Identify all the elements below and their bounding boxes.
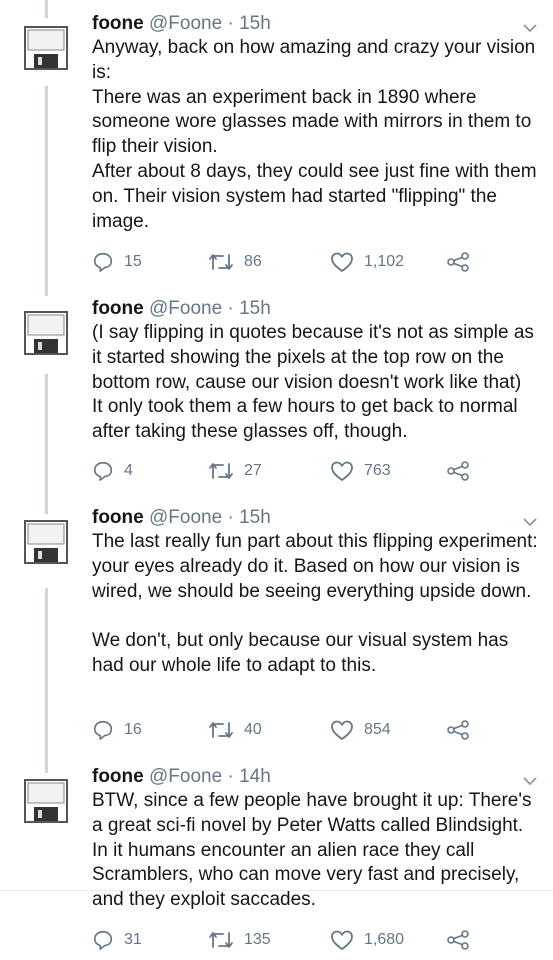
timestamp[interactable]: 15h	[239, 13, 271, 34]
author-handle[interactable]: @Foone	[149, 298, 222, 319]
floppy-disk-icon	[24, 311, 68, 355]
author-name[interactable]: foone	[92, 13, 144, 34]
avatar[interactable]	[24, 26, 68, 70]
reply-count: 31	[124, 931, 142, 948]
reply-count: 4	[124, 462, 133, 479]
reply-button[interactable]: 31	[92, 928, 142, 952]
retweet-button[interactable]: 27	[208, 459, 262, 483]
retweet-button[interactable]: 86	[208, 250, 262, 274]
tweet-text: BTW, since a few people have brought it …	[92, 790, 532, 911]
author-handle[interactable]: @Foone	[149, 507, 222, 528]
floppy-disk-icon	[24, 520, 68, 564]
tweet-actions: 31 135 1,680	[92, 928, 532, 952]
reply-button[interactable]: 4	[92, 459, 133, 483]
tweet-header: foone @Foone · 15h	[92, 506, 271, 530]
share-button[interactable]	[446, 718, 470, 742]
reply-count: 15	[124, 253, 142, 270]
share-icon	[447, 252, 469, 272]
retweet-icon	[209, 722, 233, 738]
chevron-down-icon	[523, 777, 537, 786]
avatar[interactable]	[24, 779, 68, 823]
tweet-actions: 4 27 763	[92, 459, 532, 483]
like-count: 854	[364, 721, 391, 738]
author-name[interactable]: foone	[92, 507, 144, 528]
tweet[interactable]: foone @Foone · 15h Anyway, back on how a…	[0, 12, 553, 282]
like-count: 1,680	[364, 931, 405, 948]
like-button[interactable]: 854	[330, 718, 391, 742]
tweet[interactable]: foone @Foone · 15h The last really fun p…	[0, 506, 553, 746]
author-handle[interactable]: @Foone	[149, 766, 222, 787]
tweet-text: The last really fun part about this flip…	[92, 531, 538, 676]
tweet-text: Anyway, back on how amazing and crazy yo…	[92, 37, 537, 232]
tweet-header: foone @Foone · 15h	[92, 297, 271, 321]
reply-count: 16	[124, 721, 142, 738]
retweet-button[interactable]: 40	[208, 718, 262, 742]
separator-dot: ·	[227, 507, 234, 528]
share-button[interactable]	[446, 459, 470, 483]
share-button[interactable]	[446, 928, 470, 952]
heart-icon	[331, 930, 353, 950]
share-icon	[447, 930, 469, 950]
share-icon	[447, 720, 469, 740]
heart-icon	[331, 720, 353, 740]
tweet-menu-caret[interactable]	[522, 20, 542, 34]
separator-dot: ·	[227, 766, 234, 787]
retweet-button[interactable]: 135	[208, 928, 271, 952]
author-name[interactable]: foone	[92, 298, 144, 319]
share-button[interactable]	[446, 250, 470, 274]
like-button[interactable]: 763	[330, 459, 391, 483]
like-button[interactable]: 1,102	[330, 250, 404, 274]
tweet-text: (I say flipping in quotes because it's n…	[92, 322, 534, 443]
avatar[interactable]	[24, 311, 68, 355]
reply-button[interactable]: 16	[92, 718, 142, 742]
heart-icon	[331, 461, 353, 481]
reply-icon	[93, 252, 113, 272]
tweet-header: foone @Foone · 15h	[92, 12, 271, 36]
retweet-count: 86	[244, 253, 262, 270]
author-name[interactable]: foone	[92, 766, 144, 787]
reply-icon	[93, 930, 113, 950]
timestamp[interactable]: 14h	[239, 766, 271, 787]
tweet-menu-caret[interactable]	[522, 773, 542, 787]
reply-icon	[93, 461, 113, 481]
tweet-actions: 16 40 854	[92, 718, 532, 742]
chevron-down-icon	[523, 518, 537, 527]
chevron-down-icon	[523, 24, 537, 33]
tweet-menu-caret[interactable]	[522, 514, 542, 528]
retweet-count: 135	[244, 931, 271, 948]
like-count: 1,102	[364, 253, 405, 270]
retweet-count: 27	[244, 462, 262, 479]
floppy-disk-icon	[24, 779, 68, 823]
timestamp[interactable]: 15h	[239, 298, 271, 319]
avatar[interactable]	[24, 520, 68, 564]
retweet-icon	[209, 254, 233, 270]
retweet-icon	[209, 463, 233, 479]
timestamp[interactable]: 15h	[239, 507, 271, 528]
retweet-icon	[209, 932, 233, 948]
author-handle[interactable]: @Foone	[149, 13, 222, 34]
separator-dot: ·	[227, 298, 234, 319]
tweet[interactable]: foone @Foone · 14h BTW, since a few peop…	[0, 765, 553, 960]
like-button[interactable]: 1,680	[330, 928, 404, 952]
tweet-header: foone @Foone · 14h	[92, 765, 271, 789]
like-count: 763	[364, 462, 391, 479]
floppy-disk-icon	[24, 26, 68, 70]
reply-button[interactable]: 15	[92, 250, 142, 274]
share-icon	[447, 461, 469, 481]
heart-icon	[331, 252, 353, 272]
tweet-actions: 15 86 1,102	[92, 250, 532, 274]
separator-dot: ·	[227, 13, 234, 34]
retweet-count: 40	[244, 721, 262, 738]
reply-icon	[93, 720, 113, 740]
tweet[interactable]: foone @Foone · 15h (I say flipping in qu…	[0, 297, 553, 497]
